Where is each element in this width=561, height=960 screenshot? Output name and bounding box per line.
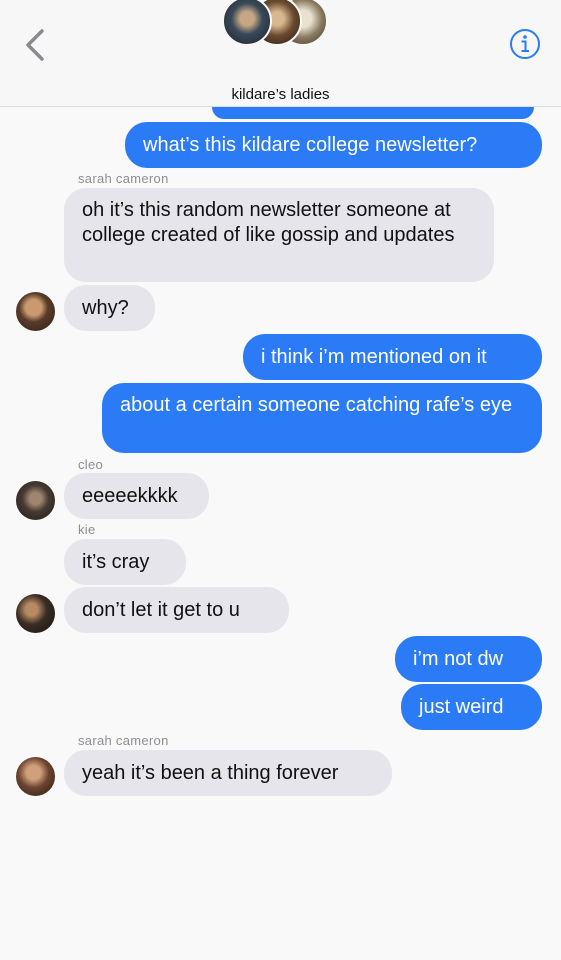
message-bubble-incoming[interactable]: oh it’s this random newsletter someone a…: [64, 188, 494, 282]
message-bubble-outgoing[interactable]: i’m not dw: [395, 636, 542, 682]
chat-header: kildare’s ladies: [0, 0, 561, 107]
message-bubble-incoming[interactable]: why?: [64, 285, 155, 331]
sender-name: kie: [78, 522, 96, 537]
message-bubble-outgoing[interactable]: i think i’m mentioned on it: [243, 334, 542, 380]
info-icon[interactable]: [508, 27, 542, 61]
chevron-left-icon[interactable]: [22, 28, 50, 62]
sender-name: sarah cameron: [78, 171, 169, 186]
avatar[interactable]: [16, 481, 55, 520]
message-bubble-outgoing[interactable]: what’s this kildare college newsletter?: [125, 122, 542, 168]
message-bubble-incoming[interactable]: eeeeekkkk: [64, 473, 209, 519]
sender-name: sarah cameron: [78, 733, 169, 748]
message-bubble-partial: [212, 107, 534, 119]
avatar[interactable]: [16, 292, 55, 331]
message-bubble-incoming[interactable]: yeah it’s been a thing forever: [64, 750, 392, 796]
group-title[interactable]: kildare’s ladies: [0, 86, 561, 103]
message-bubble-incoming[interactable]: it’s cray: [64, 539, 186, 585]
message-bubble-incoming[interactable]: don’t let it get to u: [64, 587, 289, 633]
avatar[interactable]: [16, 594, 55, 633]
group-avatar-stack[interactable]: [222, 0, 332, 46]
avatar[interactable]: [16, 757, 55, 796]
message-bubble-outgoing[interactable]: about a certain someone catching rafe’s …: [102, 383, 542, 453]
sender-name: cleo: [78, 457, 104, 472]
message-bubble-outgoing[interactable]: just weird: [401, 684, 542, 730]
